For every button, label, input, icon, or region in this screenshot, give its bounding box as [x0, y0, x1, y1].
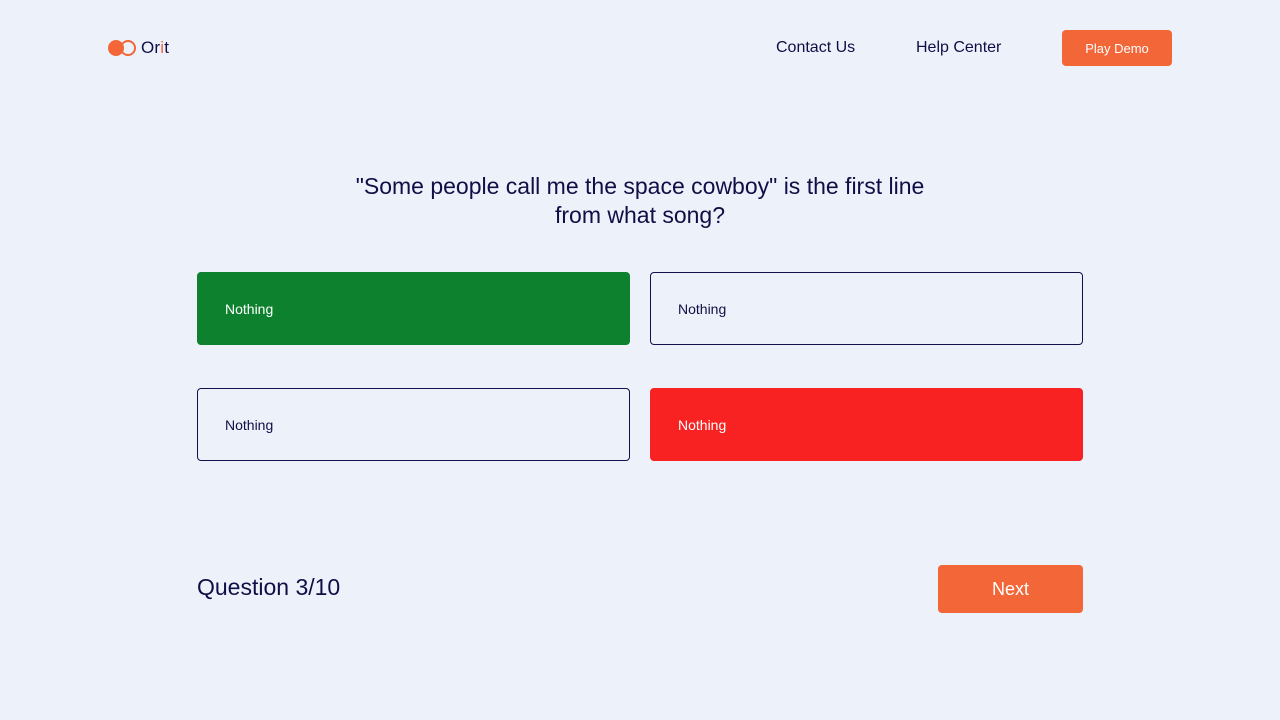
play-demo-button[interactable]: Play Demo [1062, 30, 1172, 66]
answer-option-4-wrong[interactable]: Nothing [650, 388, 1083, 461]
question-text: "Some people call me the space cowboy" i… [355, 173, 925, 228]
answer-option-2[interactable]: Nothing [650, 272, 1083, 345]
next-button[interactable]: Next [938, 565, 1083, 613]
question-progress: Question 3/10 [197, 574, 341, 600]
brand-logo[interactable]: Orit [108, 38, 169, 58]
answer-option-label: Nothing [678, 300, 727, 317]
brand-name-start: Or [141, 38, 161, 57]
answer-option-label: Nothing [225, 300, 274, 317]
brand-name-end: t [164, 38, 170, 57]
logo-outline-circle [120, 40, 136, 56]
site-header: Orit Contact Us Help Center Play Demo [0, 0, 1280, 96]
answer-option-3[interactable]: Nothing [197, 388, 630, 461]
brand-name: Orit [141, 38, 169, 58]
answer-option-label: Nothing [678, 416, 727, 433]
answer-option-label: Nothing [225, 416, 274, 433]
answer-option-1-correct[interactable]: Nothing [197, 272, 630, 345]
nav-help-center[interactable]: Help Center [916, 38, 1001, 58]
nav-contact-us[interactable]: Contact Us [776, 38, 855, 58]
logo-circles-icon [108, 39, 136, 57]
